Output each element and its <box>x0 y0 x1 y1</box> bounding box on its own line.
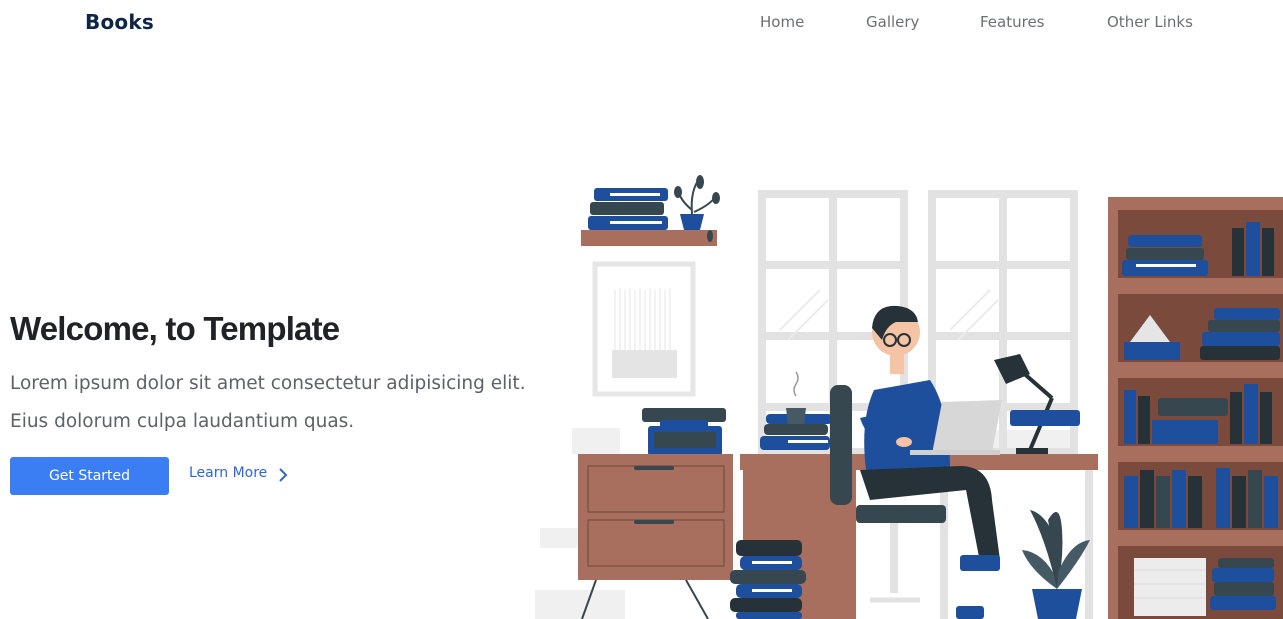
wall-frame <box>592 261 696 397</box>
nav-gallery[interactable]: Gallery <box>866 13 919 31</box>
hero-description: Lorem ipsum dolor sit amet consectetur a… <box>10 373 526 432</box>
nav-home[interactable]: Home <box>760 13 804 31</box>
chevron-right-icon[interactable] <box>277 467 289 483</box>
typewriter <box>642 408 726 456</box>
nav-other-links[interactable]: Other Links <box>1107 13 1193 31</box>
bookshelf <box>1108 197 1283 619</box>
office-illustration <box>535 175 1283 619</box>
nav-features[interactable]: Features <box>980 13 1045 31</box>
get-started-button[interactable]: Get Started <box>10 457 169 495</box>
floor-books <box>730 540 806 619</box>
hero-title: Welcome, to Template <box>10 310 340 347</box>
main-nav: Home Gallery Features Other Links <box>0 13 1283 37</box>
wall-shelf <box>581 175 720 246</box>
learn-more-link[interactable]: Learn More <box>189 465 267 481</box>
floor-plant <box>1022 510 1090 619</box>
